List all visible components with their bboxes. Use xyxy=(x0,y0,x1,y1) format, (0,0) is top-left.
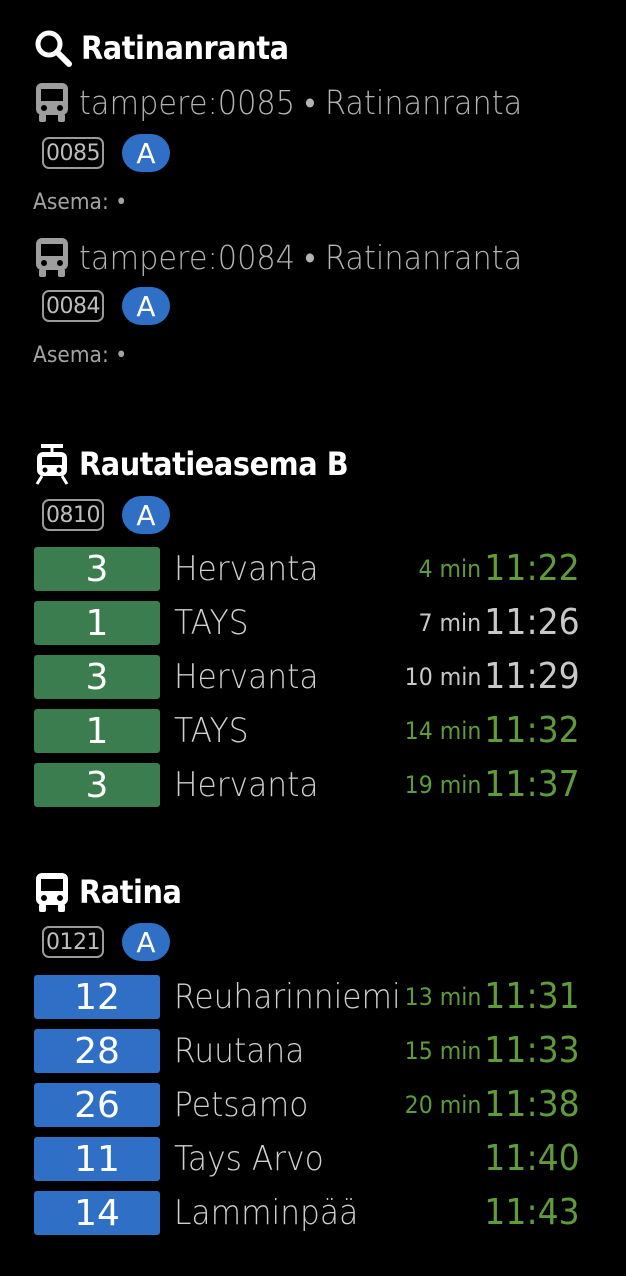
departure-row[interactable]: 26 Petsamo 20 min 11:38 xyxy=(34,1083,594,1127)
stop-code: 0085 xyxy=(42,137,104,169)
destination-label: Hervanta xyxy=(174,657,319,697)
station-meta: 0121 A xyxy=(42,923,170,961)
station-title: Rautatieasema B xyxy=(79,445,349,483)
departure-time: 11:26 xyxy=(484,602,580,643)
route-badge: 3 xyxy=(34,655,160,699)
route-badge: 1 xyxy=(34,601,160,645)
route-badge: 3 xyxy=(34,763,160,807)
station-header-ratina[interactable]: Ratina xyxy=(33,872,193,912)
destination-label: Ruutana xyxy=(174,1031,305,1071)
route-badge: 26 xyxy=(34,1083,160,1127)
minutes-until: 20 min xyxy=(404,1091,481,1119)
minutes-until: 13 min xyxy=(404,983,481,1011)
station-header-rautatieasema-b[interactable]: Rautatieasema B xyxy=(33,444,378,485)
route-badge: 28 xyxy=(34,1029,160,1073)
stop-label: tampere:0085 • Ratinanranta xyxy=(79,82,523,122)
departure-time: 11:33 xyxy=(484,1030,580,1071)
bus-icon xyxy=(36,238,68,277)
stop-meta: 0084 A xyxy=(42,287,170,325)
destination-label: TAYS xyxy=(174,711,249,751)
stop-code: 0121 xyxy=(42,926,104,958)
minutes-until: 7 min xyxy=(418,609,481,637)
minutes-until: 4 min xyxy=(418,555,481,583)
minutes-until: 19 min xyxy=(404,771,481,799)
route-badge: 12 xyxy=(34,975,160,1019)
departure-row[interactable]: 1 TAYS 7 min 11:26 xyxy=(34,601,594,645)
zone-badge: A xyxy=(122,496,170,534)
departure-row[interactable]: 1 TAYS 14 min 11:32 xyxy=(34,709,594,753)
bus-icon xyxy=(36,873,68,912)
departure-row[interactable]: 11 Tays Arvo 11:40 xyxy=(34,1137,594,1181)
departure-row[interactable]: 12 Reuharinniemi 13 min 11:31 xyxy=(34,975,594,1019)
minutes-until: 15 min xyxy=(404,1037,481,1065)
zone-badge: A xyxy=(122,134,170,172)
departure-time: 11:29 xyxy=(484,656,580,697)
destination-label: Tays Arvo xyxy=(174,1139,324,1179)
departure-row[interactable]: 28 Ruutana 15 min 11:33 xyxy=(34,1029,594,1073)
search-icon xyxy=(35,30,72,67)
minutes-until: 14 min xyxy=(404,717,481,745)
search-header: Ratinanranta xyxy=(33,28,312,68)
stop-label: tampere:0084 • Ratinanranta xyxy=(79,237,523,277)
station-title: Ratina xyxy=(79,873,182,911)
destination-label: Lamminpää xyxy=(174,1193,359,1233)
departure-row[interactable]: 3 Hervanta 10 min 11:29 xyxy=(34,655,594,699)
stop-result-0085[interactable]: tampere:0085 • Ratinanranta xyxy=(33,82,561,122)
tram-icon xyxy=(35,444,69,485)
asema-text: Asema: • xyxy=(33,343,128,368)
stop-code: 0810 xyxy=(42,499,104,531)
departure-row[interactable]: 3 Hervanta 19 min 11:37 xyxy=(34,763,594,807)
departure-time: 11:32 xyxy=(484,710,580,751)
stop-result-0084[interactable]: tampere:0084 • Ratinanranta xyxy=(33,237,561,277)
stop-meta: 0085 A xyxy=(42,134,170,172)
destination-label: Hervanta xyxy=(174,765,319,805)
departure-time: 11:31 xyxy=(484,976,580,1017)
route-badge: 3 xyxy=(34,547,160,591)
departure-time: 11:43 xyxy=(484,1192,580,1233)
stop-code: 0084 xyxy=(42,290,104,322)
asema-text: Asema: • xyxy=(33,190,128,215)
departure-time: 11:37 xyxy=(484,764,580,805)
route-badge: 1 xyxy=(34,709,160,753)
departure-time: 11:22 xyxy=(484,548,580,589)
minutes-until: 10 min xyxy=(404,663,481,691)
search-title: Ratinanranta xyxy=(81,29,289,67)
departure-row[interactable]: 14 Lamminpää 11:43 xyxy=(34,1191,594,1235)
bus-icon xyxy=(36,83,68,122)
departure-row[interactable]: 3 Hervanta 4 min 11:22 xyxy=(34,547,594,591)
departure-time: 11:40 xyxy=(484,1138,580,1179)
route-badge: 11 xyxy=(34,1137,160,1181)
departure-time: 11:38 xyxy=(484,1084,580,1125)
destination-label: Petsamo xyxy=(174,1085,309,1125)
zone-badge: A xyxy=(122,287,170,325)
station-meta: 0810 A xyxy=(42,496,170,534)
destination-label: Hervanta xyxy=(174,549,319,589)
destination-label: Reuharinniemi xyxy=(174,977,401,1017)
zone-badge: A xyxy=(122,923,170,961)
destination-label: TAYS xyxy=(174,603,249,643)
route-badge: 14 xyxy=(34,1191,160,1235)
